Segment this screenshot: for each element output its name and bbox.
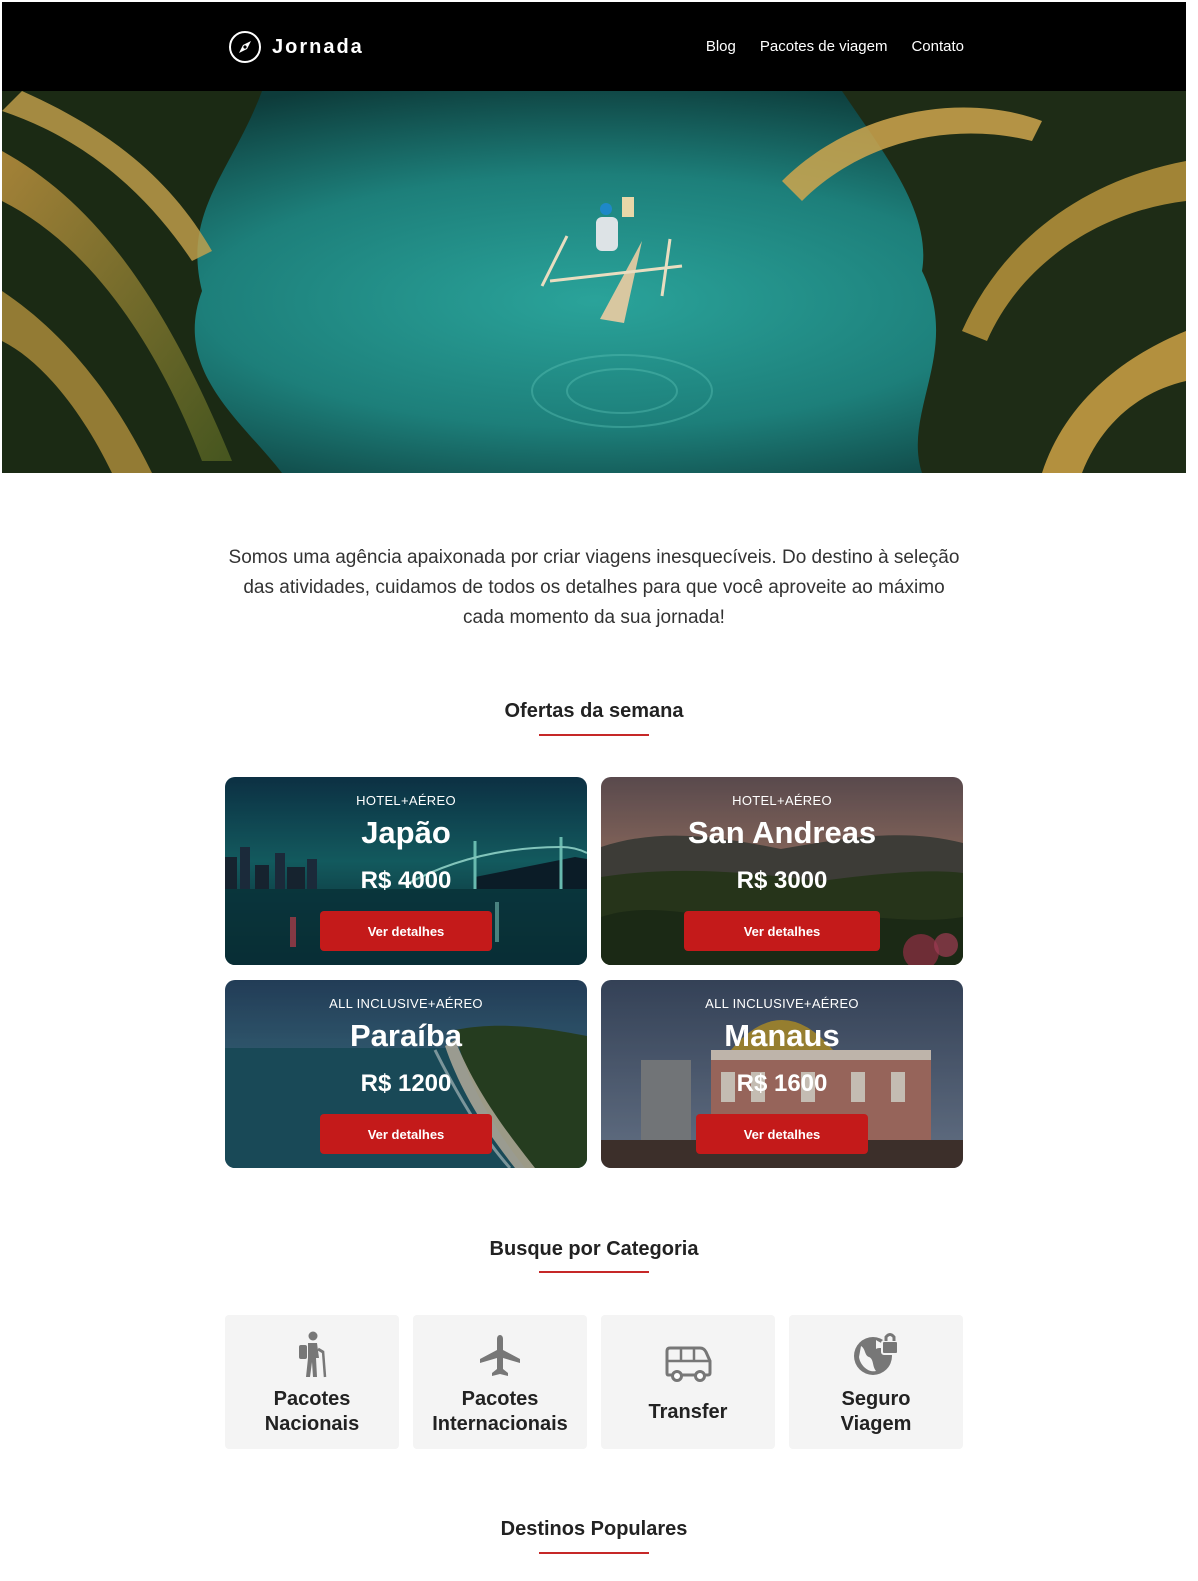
category-label-line2: Internacionais: [432, 1413, 568, 1435]
nav-contato[interactable]: Contato: [911, 38, 964, 55]
category-pacotes-internacionais[interactable]: Pacotes Internacionais: [413, 1315, 587, 1449]
hero-image: [2, 91, 1186, 473]
offer-destination: Japão: [361, 815, 451, 850]
offer-price: R$ 3000: [736, 867, 828, 894]
van-icon: [665, 1346, 712, 1382]
ver-detalhes-button[interactable]: Ver detalhes: [684, 911, 880, 951]
offer-card-paraiba[interactable]: ALL INCLUSIVE+AÉREO Paraíba R$ 1200 Ver …: [225, 980, 587, 1168]
site-header: Jornada Blog Pacotes de viagem Contato: [2, 2, 1186, 91]
offer-price: R$ 1200: [360, 1070, 452, 1097]
ver-detalhes-button[interactable]: Ver detalhes: [696, 1114, 868, 1154]
ver-detalhes-button[interactable]: Ver detalhes: [320, 911, 492, 951]
category-label-line1: Seguro: [841, 1388, 911, 1410]
airplane-icon: [480, 1335, 520, 1376]
logo-text: Jornada: [272, 35, 364, 58]
offer-destination: Manaus: [724, 1018, 840, 1053]
categories-title-underline: [539, 1271, 649, 1273]
offer-card-manaus[interactable]: ALL INCLUSIVE+AÉREO Manaus R$ 1600 Ver d…: [601, 980, 963, 1168]
popular-title: Destinos Populares: [500, 1518, 688, 1540]
category-transfer[interactable]: Transfer: [601, 1315, 775, 1449]
offer-destination: Paraíba: [349, 1018, 462, 1053]
intro-text: Somos uma agência apaixonada por criar v…: [228, 547, 960, 628]
categories-title: Busque por Categoria: [489, 1238, 699, 1260]
offers-title-underline: [539, 734, 649, 736]
category-label-line1: Pacotes: [273, 1388, 351, 1410]
logo[interactable]: Jornada: [228, 30, 364, 64]
category-label-line1: Transfer: [648, 1401, 728, 1423]
ver-detalhes-button[interactable]: Ver detalhes: [320, 1114, 492, 1154]
globe-lock-icon: [854, 1333, 899, 1375]
offers-title: Ofertas da semana: [504, 700, 684, 722]
offer-tag: ALL INCLUSIVE+AÉREO: [705, 996, 859, 1011]
page: Jornada Blog Pacotes de viagem Contato S…: [0, 0, 1198, 1581]
popular-title-underline: [539, 1552, 649, 1554]
offer-price: R$ 1600: [736, 1070, 828, 1097]
offer-tag: ALL INCLUSIVE+AÉREO: [329, 996, 483, 1011]
offer-price: R$ 4000: [360, 867, 452, 894]
hiker-icon: [299, 1331, 327, 1378]
offer-tag: HOTEL+AÉREO: [732, 793, 832, 808]
compass-icon: [229, 31, 261, 63]
category-label-line2: Nacionais: [264, 1413, 360, 1435]
category-pacotes-nacionais[interactable]: Pacotes Nacionais: [225, 1315, 399, 1449]
category-label-line1: Pacotes: [461, 1388, 539, 1410]
category-seguro-viagem[interactable]: Seguro Viagem: [789, 1315, 963, 1449]
main-nav: Blog Pacotes de viagem Contato: [706, 38, 964, 55]
nav-blog[interactable]: Blog: [706, 38, 736, 55]
offer-tag: HOTEL+AÉREO: [356, 793, 456, 808]
offer-destination: San Andreas: [687, 815, 877, 850]
offer-card-san-andreas[interactable]: HOTEL+AÉREO San Andreas R$ 3000 Ver deta…: [601, 777, 963, 965]
nav-pacotes[interactable]: Pacotes de viagem: [760, 38, 888, 55]
category-label-line2: Viagem: [840, 1413, 912, 1435]
offer-card-japao[interactable]: HOTEL+AÉREO Japão R$ 4000 Ver detalhes: [225, 777, 587, 965]
